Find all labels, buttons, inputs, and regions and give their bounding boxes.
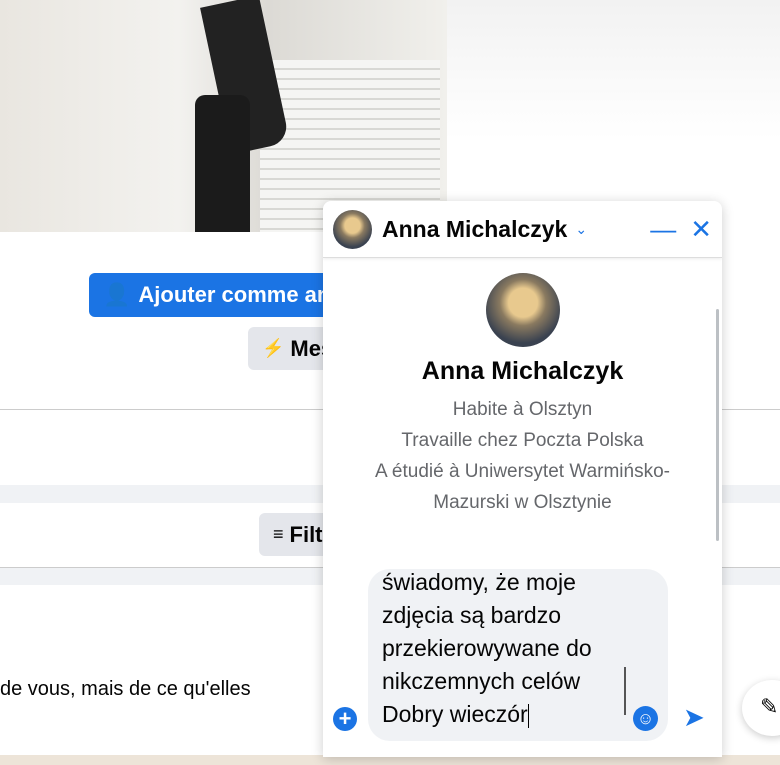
chevron-down-icon[interactable]: ⌄ [575,221,587,238]
post-text: de vous, mais de ce qu'elles [0,678,251,700]
plus-icon[interactable]: + [333,707,357,731]
background [447,0,780,232]
messenger-icon: ⚡ [262,338,285,358]
add-user-icon: 👤 [103,282,131,307]
profile-avatar[interactable] [485,273,560,347]
info-education: A étudié à Uniwersytet Warmińsko-Mazursk… [375,461,670,513]
emoji-icon[interactable]: ☺ [633,706,658,731]
scrollbar[interactable] [716,309,719,541]
profile-name: Anna Michalczyk [421,357,624,385]
add-friend-button[interactable]: 👤 Ajouter comme ami(e) [89,273,349,317]
close-icon[interactable]: ✕ [690,214,712,245]
chat-contact-name[interactable]: Anna Michalczyk [382,216,567,243]
photo-boot [195,95,250,232]
compose-icon: ✎ [760,694,779,719]
profile-cover-photo[interactable] [0,0,447,232]
message-composer: + świadomy, że moje zdjęcia są bardzo pr… [323,567,722,757]
chat-window: Anna Michalczyk ⌄ — ✕ Anna Michalczyk Ha… [323,201,722,757]
info-work: Travaille chez Poczta Polska [401,430,644,451]
avatar[interactable] [333,209,372,249]
info-lives: Habite à Olsztyn [452,399,593,420]
send-icon[interactable]: ➤ [683,702,705,733]
sliders-icon: ≡ [273,524,284,544]
message-input[interactable]: świadomy, że moje zdjęcia są bardzo prze… [368,569,668,741]
text-caret [527,703,529,728]
chat-profile-intro: Anna Michalczyk Habite à Olsztyn Travail… [323,258,722,518]
input-scrollbar[interactable] [624,667,626,715]
chat-header[interactable]: Anna Michalczyk ⌄ — ✕ [323,201,722,258]
minimize-icon[interactable]: — [650,214,676,245]
